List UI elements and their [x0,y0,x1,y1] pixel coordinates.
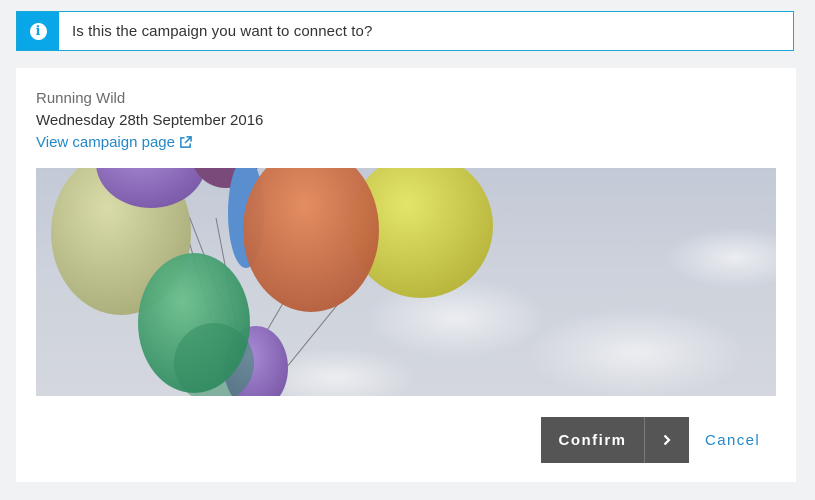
campaign-name: Running Wild [36,90,126,107]
confirm-button[interactable]: Confirm [541,417,689,463]
campaign-date: Wednesday 28th September 2016 [36,112,264,129]
chevron-right-icon [645,417,689,463]
confirm-campaign-alert: i Is this the campaign you want to conne… [16,11,794,51]
campaign-card: Running Wild Wednesday 28th September 20… [16,68,796,482]
alert-icon-box: i [17,12,59,50]
view-campaign-link-label: View campaign page [36,134,175,151]
view-campaign-link[interactable]: View campaign page [36,134,192,151]
confirm-button-label: Confirm [558,431,627,449]
alert-message: Is this the campaign you want to connect… [72,22,373,40]
campaign-banner-image [36,168,776,396]
info-icon: i [29,22,47,40]
cancel-link[interactable]: Cancel [705,432,760,449]
external-link-icon [180,136,192,148]
balloons-illustration [51,168,776,396]
